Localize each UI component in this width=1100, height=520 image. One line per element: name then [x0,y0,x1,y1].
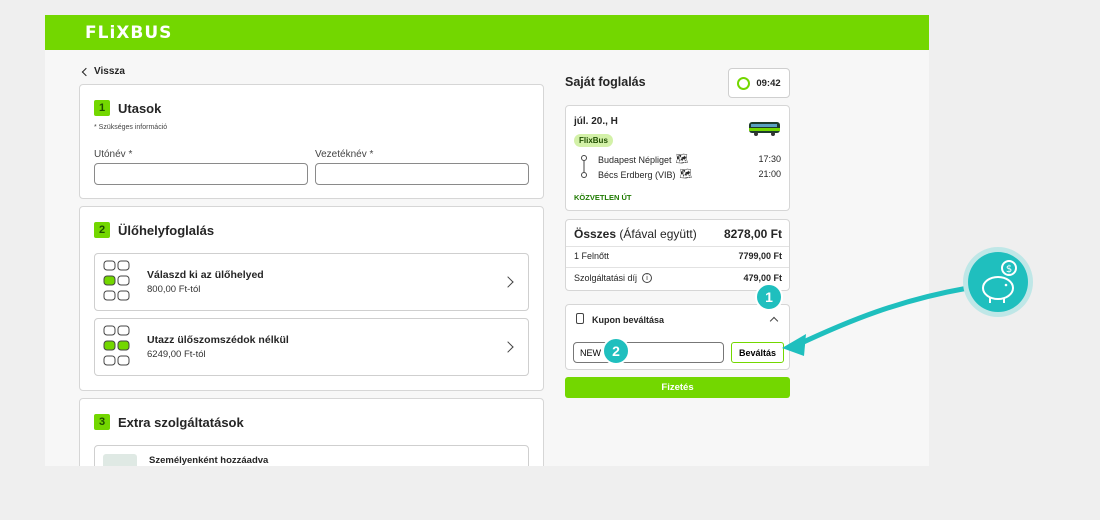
annotation-step-2: 2 [602,337,630,365]
last-name-label: Vezetéknév * [315,149,374,160]
step-number: 1 [94,100,110,116]
required-note: * Szükséges információ [94,124,168,131]
section-title: Ülőhelyfoglalás [118,222,215,238]
luggage-icon [103,454,137,466]
seat-option-price: 6249,00 Ft-tól [147,349,206,360]
divider [566,246,789,247]
operator-badge: FlixBus [574,134,613,147]
back-label: Vissza [94,66,125,77]
seat-option-title: Utazz ülőszomszédok nélkül [147,334,289,346]
seat-map-icon [103,325,130,366]
first-name-label: Utónév * [94,149,133,160]
seat-option-choose[interactable]: Válaszd ki az ülőhelyed 800,00 Ft-tól [94,253,529,311]
adult-value: 7799,00 Ft [738,251,782,261]
service-fee-value: 479,00 Ft [743,273,782,283]
piggy-bank-badge: $ [963,247,1033,317]
payment-label: Fizetés [661,382,694,393]
extra-option-title: Személyenként hozzáadva [149,455,269,466]
total-vat-note: (Áfával együtt) [619,227,697,241]
booking-title: Saját foglalás [565,75,646,89]
back-link[interactable]: Vissza [81,66,125,77]
route-line-icon [581,155,587,178]
seat-option-price: 800,00 Ft-tól [147,284,201,295]
seat-option-no-neighbours[interactable]: Utazz ülőszomszédok nélkül 6249,00 Ft-tó… [94,318,529,376]
total-row: Összes (Áfával együtt) [574,227,697,241]
adult-label: 1 Felnőtt [574,251,610,261]
chevron-up-icon[interactable] [769,316,779,326]
timer-value: 09:42 [756,77,781,89]
chevron-right-icon [502,341,514,353]
app-frame: FLiXBUS Vissza 1 Utasok * Szükséges info… [45,15,929,466]
from-stop[interactable]: Budapest Népliget 🗺 [598,154,688,165]
info-icon[interactable]: i [642,273,653,283]
extra-option[interactable]: Személyenként hozzáadva [94,445,529,466]
seats-heading: 2 Ülőhelyfoglalás [94,222,214,238]
section-title: Utasok [118,100,162,116]
price-summary-card: Összes (Áfával együtt) 8278,00 Ft 1 Feln… [565,219,790,291]
passengers-card: 1 Utasok * Szükséges információ Utónév *… [79,84,544,199]
piggy-bank-icon: $ [968,252,1028,312]
chevron-left-icon [81,67,91,76]
seat-option-title: Válaszd ki az ülőhelyed [147,269,264,281]
redeem-button[interactable]: Beváltás [731,342,784,363]
coupon-ticket-icon [576,313,584,324]
coupon-card: Kupon beváltása Beváltás [565,304,790,370]
to-time: 21:00 [758,169,781,179]
map-icon: 🗺 [675,154,689,165]
step-number: 2 [94,222,110,238]
flixbus-logo[interactable]: FLiXBUS [85,23,172,43]
passengers-heading: 1 Utasok [94,100,161,116]
annotation-step-1: 1 [755,283,783,311]
extras-heading: 3 Extra szolgáltatások [94,414,244,430]
svg-text:$: $ [1006,264,1012,275]
total-label: Összes [574,227,617,241]
section-title: Extra szolgáltatások [118,414,244,430]
from-stop-name: Budapest Népliget [598,154,672,165]
step-number: 3 [94,414,110,430]
coupon-input[interactable] [573,342,724,363]
total-value: 8278,00 Ft [723,227,782,241]
payment-button[interactable]: Fizetés [565,377,790,398]
seat-map-icon [103,260,130,301]
coupon-title: Kupon beváltása [592,315,665,325]
direct-route-label: KÖZVETLEN ÚT [574,193,632,202]
service-fee-row: Szolgáltatási díj i [574,273,653,283]
timer-ring-icon [737,76,751,90]
countdown-timer: 09:42 [728,68,790,98]
service-fee-label: Szolgáltatási díj [574,273,638,283]
first-name-input[interactable] [94,163,308,185]
seats-card: 2 Ülőhelyfoglalás Válaszd ki az ülőhelye… [79,206,544,391]
bus-icon [749,122,780,136]
to-stop[interactable]: Bécs Erdberg (VIB) 🗺 [598,169,692,180]
map-icon: 🗺 [679,169,693,180]
from-time: 17:30 [758,154,781,164]
header-bar: FLiXBUS [45,15,929,50]
to-stop-name: Bécs Erdberg (VIB) [598,169,676,180]
chevron-right-icon [502,276,514,288]
extras-card: 3 Extra szolgáltatások Személyenként hoz… [79,398,544,466]
trip-card: júl. 20., H FlixBus Budapest Népliget 🗺 … [565,105,790,211]
divider [566,267,789,268]
last-name-input[interactable] [315,163,529,185]
trip-date: júl. 20., H [574,116,618,127]
